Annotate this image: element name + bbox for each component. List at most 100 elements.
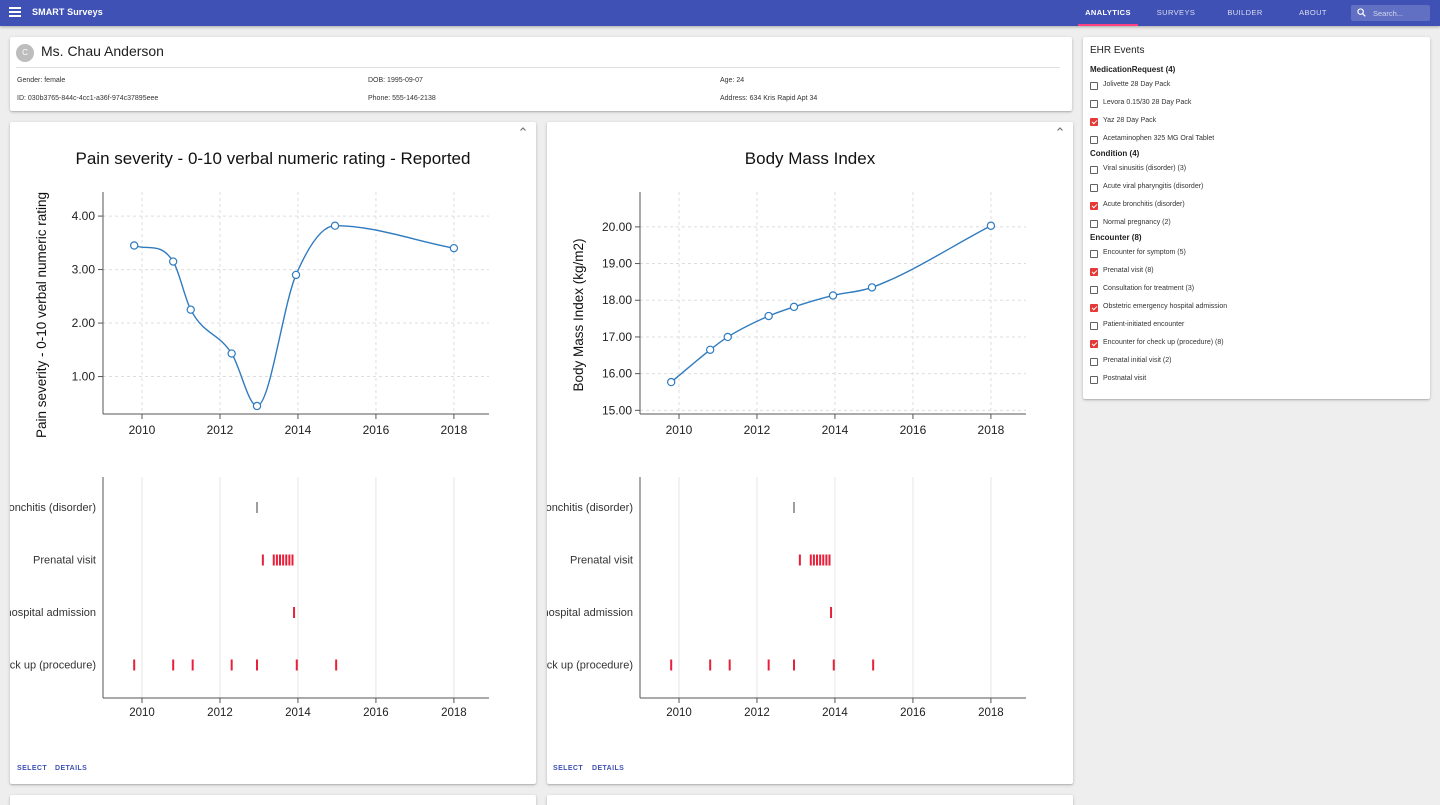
chevron-up-icon[interactable]	[516, 122, 530, 136]
ehr-event-label: Postnatal visit	[1103, 375, 1147, 382]
event-marker	[793, 659, 796, 671]
timeline-row-labels: Acute bronchitis (disorder) Prenatal visi…	[547, 502, 633, 672]
event-marker	[822, 554, 825, 566]
checkbox-checked-icon[interactable]	[1090, 202, 1098, 210]
checkbox-unchecked-icon[interactable]	[1090, 82, 1098, 90]
x-tick-label: 2014	[285, 707, 311, 719]
x-tick-label: 2010	[129, 423, 156, 437]
event-marker	[272, 554, 275, 566]
checkbox-unchecked-icon[interactable]	[1090, 184, 1098, 192]
select-button[interactable]: SELECT	[553, 765, 583, 772]
event-marker	[798, 554, 801, 566]
checkbox-unchecked-icon[interactable]	[1090, 166, 1098, 174]
event-marker	[133, 659, 136, 671]
chevron-up-icon[interactable]	[1053, 122, 1067, 136]
event-marker	[793, 502, 796, 513]
patient-id: ID: 030b3765-844c-4cc1-a36f-974c37895eee	[17, 95, 159, 102]
checkbox-checked-icon[interactable]	[1090, 268, 1098, 276]
ehr-event-label: Encounter for check up (procedure) (8)	[1103, 339, 1224, 346]
event-marker	[230, 659, 233, 671]
y-tick-label: 16.00	[602, 367, 632, 381]
data-point	[986, 221, 996, 230]
next-chart-card	[547, 795, 1073, 805]
checkbox-unchecked-icon[interactable]	[1090, 136, 1098, 144]
event-marker	[809, 554, 812, 566]
event-marker	[291, 554, 294, 566]
timeline-row-label: Obstetric emergency hospital admission	[547, 607, 633, 619]
checkbox-checked-icon[interactable]	[1090, 340, 1098, 348]
tab-about[interactable]: ABOUT	[1288, 0, 1338, 26]
x-tick-label: 2018	[978, 707, 1004, 719]
checkbox-unchecked-icon[interactable]	[1090, 250, 1098, 258]
x-tick-label: 2016	[363, 423, 390, 437]
x-tick-label: 2016	[900, 707, 926, 719]
data-point	[705, 345, 715, 354]
checkbox-unchecked-icon[interactable]	[1090, 100, 1098, 108]
data-point	[186, 305, 195, 314]
data-point	[227, 349, 236, 358]
event-marker	[335, 659, 338, 671]
checkbox-unchecked-icon[interactable]	[1090, 286, 1098, 294]
x-tick-label: 2018	[441, 423, 468, 437]
event-marker	[288, 554, 291, 566]
x-tick-label: 2012	[207, 707, 233, 719]
menu-icon[interactable]	[9, 7, 21, 19]
patient-dob: DOB: 1995-09-07	[368, 77, 423, 84]
ehr-event-label: Yaz 28 Day Pack	[1103, 117, 1157, 124]
y-tick-label: 3.00	[72, 263, 96, 277]
patient-name: Ms. Chau Anderson	[41, 43, 164, 59]
tab-analytics[interactable]: ANALYTICS	[1078, 0, 1138, 26]
y-axis-label: Pain severity - 0-10 verbal numeric rati…	[34, 192, 49, 438]
timeline-row-label: Acute bronchitis (disorder)	[10, 502, 96, 514]
event-marker	[293, 607, 296, 618]
ehr-group-heading: MedicationRequest (4)	[1090, 65, 1176, 74]
data-point	[291, 270, 301, 280]
event-marker	[285, 554, 288, 566]
event-marker	[828, 554, 831, 566]
ehr-event-label: Consultation for treatment (3)	[1103, 285, 1195, 292]
tab-builder[interactable]: BUILDER	[1218, 0, 1272, 26]
event-marker	[709, 659, 712, 671]
checkbox-checked-icon[interactable]	[1090, 304, 1098, 312]
y-tick-label: 2.00	[72, 316, 96, 330]
search-input[interactable]	[1373, 7, 1427, 19]
y-tick-label: 1.00	[72, 370, 96, 384]
search-box[interactable]	[1351, 5, 1430, 21]
y-tick-label: 4.00	[72, 209, 96, 223]
series-line	[133, 225, 455, 407]
select-button[interactable]: SELECT	[17, 765, 47, 772]
series-line	[670, 225, 992, 383]
ehr-event-label: Acetaminophen 325 MG Oral Tablet	[1103, 135, 1215, 142]
checkbox-checked-icon[interactable]	[1090, 118, 1098, 126]
ehr-event-label: Acute viral pharyngitis (disorder)	[1103, 183, 1204, 190]
event-marker	[832, 659, 835, 671]
event-marker	[816, 554, 819, 566]
tab-surveys[interactable]: SURVEYS	[1148, 0, 1204, 26]
event-marker	[830, 607, 833, 618]
ehr-event-label: Obstetric emergency hospital admission	[1103, 303, 1228, 310]
search-icon	[1357, 8, 1366, 17]
checkbox-unchecked-icon[interactable]	[1090, 220, 1098, 228]
app-toolbar: SMART Surveys ANALYTICS SURVEYS BUILDER …	[0, 0, 1440, 26]
pain-severity-card: Pain severity - 0-10 verbal numeric rati…	[10, 122, 536, 784]
data-point	[867, 283, 877, 292]
checkbox-unchecked-icon[interactable]	[1090, 322, 1098, 330]
event-marker	[279, 554, 282, 566]
event-marker	[261, 554, 264, 566]
checkbox-unchecked-icon[interactable]	[1090, 376, 1098, 384]
checkbox-unchecked-icon[interactable]	[1090, 358, 1098, 366]
details-button[interactable]: DETAILS	[592, 765, 624, 772]
data-point	[168, 257, 178, 266]
data-point	[330, 221, 340, 230]
event-marker	[767, 659, 770, 671]
data-point	[252, 401, 262, 411]
x-tick-label: 2014	[822, 423, 849, 437]
event-marker	[172, 659, 175, 671]
timeline-row-labels: Acute bronchitis (disorder) Prenatal visi…	[10, 502, 96, 672]
x-tick-label: 2012	[744, 707, 770, 719]
patient-age: Age: 24	[720, 77, 745, 84]
x-tick-label: 2016	[900, 423, 927, 437]
details-button[interactable]: DETAILS	[55, 765, 87, 772]
ehr-event-label: Viral sinusitis (disorder) (3)	[1103, 165, 1187, 172]
next-chart-card	[10, 795, 536, 805]
